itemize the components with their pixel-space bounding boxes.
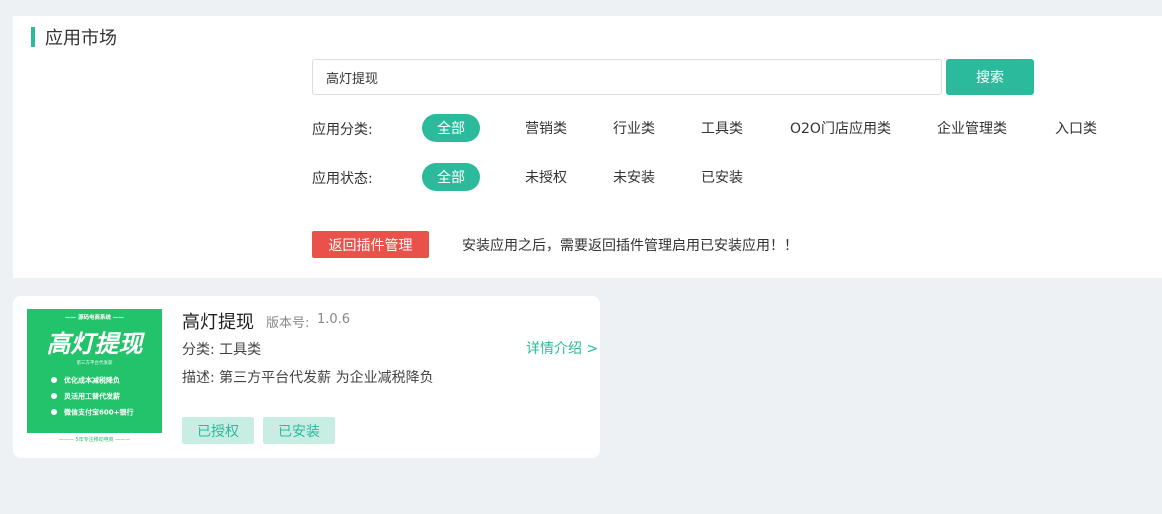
thumbnail-bullet: 优化成本减税降负 bbox=[64, 376, 120, 385]
category-chip-enterprise[interactable]: 企业管理类 bbox=[937, 114, 1007, 142]
app-category: 分类: 工具类 bbox=[182, 342, 262, 358]
thumbnail-banner: —— 源码电商系统 —— bbox=[65, 313, 124, 321]
status-chip-not-installed[interactable]: 未安装 bbox=[613, 163, 655, 191]
status-chip-installed[interactable]: 已安装 bbox=[701, 163, 743, 191]
title-accent-bar bbox=[31, 27, 35, 47]
thumbnail-subhead: 第三方平台代发薪 bbox=[77, 359, 113, 366]
thumbnail-bullet: 灵活用工替代发薪 bbox=[64, 392, 120, 401]
detail-link[interactable]: 详情介绍 > bbox=[526, 338, 598, 358]
page-title: 应用市场 bbox=[31, 26, 117, 49]
category-chip-entry[interactable]: 入口类 bbox=[1055, 114, 1097, 142]
search-button[interactable]: 搜索 bbox=[946, 59, 1034, 95]
authorized-tag: 已授权 bbox=[182, 417, 254, 444]
category-chip-o2o-store[interactable]: O2O门店应用类 bbox=[790, 114, 891, 142]
thumbnail-footer: ——— 5年专注移动电商 ——— bbox=[59, 436, 130, 443]
thumbnail-headline: 高灯提现 bbox=[47, 330, 146, 358]
status-chip-unauthorized[interactable]: 未授权 bbox=[525, 163, 567, 191]
app-name: 高灯提现 bbox=[182, 312, 254, 333]
search-input[interactable] bbox=[312, 59, 942, 95]
check-icon bbox=[51, 393, 57, 399]
check-icon bbox=[51, 409, 57, 415]
check-icon bbox=[51, 377, 57, 383]
category-chip-all[interactable]: 全部 bbox=[422, 114, 480, 142]
category-chip-marketing[interactable]: 营销类 bbox=[525, 114, 567, 142]
page-title-text: 应用市场 bbox=[45, 28, 117, 49]
status-filter-label: 应用状态: bbox=[312, 171, 373, 187]
install-notice-text: 安装应用之后，需要返回插件管理启用已安装应用！！ bbox=[462, 238, 798, 254]
category-filter-row: 应用分类: 全部 营销类 行业类 工具类 O2O门店应用类 企业管理类 入口类 bbox=[312, 114, 1132, 142]
version-label: 版本号: bbox=[266, 316, 310, 331]
thumbnail-bullet: 微信支付宝600+银行 bbox=[63, 408, 133, 417]
app-description: 描述: 第三方平台代发薪 为企业减税降负 bbox=[182, 370, 434, 386]
version-value: 1.0.6 bbox=[317, 312, 351, 327]
app-card: —— 源码电商系统 —— 高灯提现 第三方平台代发薪 优化成本减税降负 灵活用工… bbox=[13, 296, 600, 458]
status-filter-row: 应用状态: 全部 未授权 未安装 已安装 bbox=[312, 163, 812, 191]
category-filter-label: 应用分类: bbox=[312, 122, 373, 138]
installed-tag: 已安装 bbox=[263, 417, 335, 444]
category-chip-tools[interactable]: 工具类 bbox=[701, 114, 743, 142]
back-to-plugin-management-button[interactable]: 返回插件管理 bbox=[312, 231, 429, 258]
status-chip-all[interactable]: 全部 bbox=[422, 163, 480, 191]
app-market-panel: 应用市场 搜索 应用分类: 全部 营销类 行业类 工具类 O2O门店应用类 企业… bbox=[13, 16, 1162, 278]
app-thumbnail: —— 源码电商系统 —— 高灯提现 第三方平台代发薪 优化成本减税降负 灵活用工… bbox=[27, 309, 162, 444]
category-chip-industry[interactable]: 行业类 bbox=[613, 114, 655, 142]
